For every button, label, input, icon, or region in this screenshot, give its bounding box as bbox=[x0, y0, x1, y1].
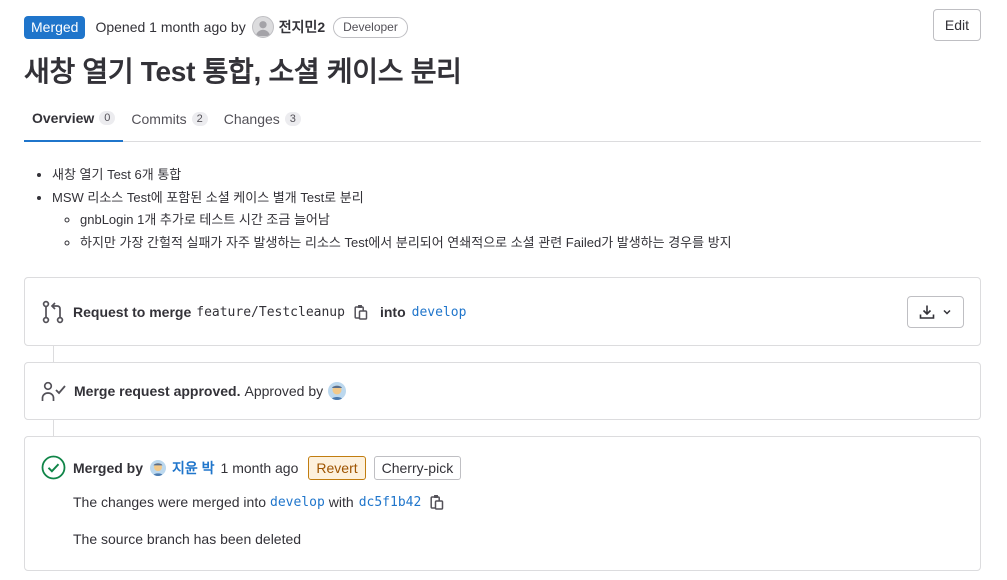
branch-deleted-text: The source branch has been deleted bbox=[73, 531, 302, 547]
merge-request-icon bbox=[41, 300, 65, 324]
cherry-pick-button[interactable]: Cherry-pick bbox=[373, 455, 462, 480]
avatar-image-icon bbox=[150, 459, 167, 476]
merge-request-widget: Request to merge feature/Testcleanup int… bbox=[24, 277, 981, 346]
timeline-connector bbox=[53, 346, 54, 362]
list-item-text: MSW 리소스 Test에 포함된 소셜 케이스 별개 Test로 분리 bbox=[52, 189, 364, 205]
tab-overview[interactable]: Overview 0 bbox=[24, 96, 124, 142]
target-branch-link[interactable]: develop bbox=[412, 305, 467, 320]
timeline-connector bbox=[53, 420, 54, 436]
mr-header: Merged Opened 1 month ago by 전지민2 Develo… bbox=[24, 9, 981, 41]
list-item: 새창 열기 Test 6개 통합 bbox=[52, 164, 732, 187]
sub-list: gnbLogin 1개 추가로 테스트 시간 조금 늘어남 하지만 가장 간헐적… bbox=[80, 209, 732, 254]
approver-avatar[interactable] bbox=[328, 382, 347, 400]
merged-widget: Merged by 지윤 박 1 month ago Revert Cherry… bbox=[24, 436, 981, 571]
sub-list-item: 하지만 가장 간헐적 실패가 자주 발생하는 리소스 Test에서 분리되어 연… bbox=[80, 232, 732, 255]
download-dropdown-button[interactable] bbox=[907, 296, 964, 328]
tab-commits[interactable]: Commits 2 bbox=[123, 96, 215, 142]
edit-button[interactable]: Edit bbox=[932, 9, 981, 41]
opened-text: Opened 1 month ago by bbox=[95, 19, 246, 35]
tab-label: Commits bbox=[131, 111, 187, 127]
merged-by-label: Merged by bbox=[73, 459, 144, 476]
approved-by-label: Approved by bbox=[244, 383, 324, 399]
with-label: with bbox=[328, 494, 354, 510]
merged-time: 1 month ago bbox=[220, 459, 299, 476]
tab-label: Overview bbox=[32, 110, 95, 126]
sub-list-item: gnbLogin 1개 추가로 테스트 시간 조금 늘어남 bbox=[80, 209, 732, 232]
download-icon bbox=[919, 305, 935, 319]
tab-label: Changes bbox=[223, 111, 280, 127]
role-badge: Developer bbox=[333, 16, 408, 38]
author-avatar[interactable] bbox=[251, 16, 274, 38]
revert-button[interactable]: Revert bbox=[308, 455, 366, 480]
copy-icon[interactable] bbox=[430, 494, 444, 510]
mr-tabs: Overview 0 Commits 2 Changes 3 bbox=[24, 96, 981, 142]
check-circle-icon bbox=[41, 455, 66, 480]
status-badge: Merged bbox=[24, 15, 86, 39]
user-placeholder-icon bbox=[255, 21, 270, 37]
changes-merged-text: The changes were merged into bbox=[73, 494, 266, 510]
list-item: MSW 리소스 Test에 포함된 소셜 케이스 별개 Test로 분리 gnb… bbox=[52, 187, 732, 255]
tab-count: 2 bbox=[191, 112, 208, 126]
copy-icon[interactable] bbox=[354, 304, 368, 320]
request-to-merge-label: Request to merge bbox=[73, 304, 192, 320]
chevron-down-icon bbox=[943, 309, 951, 315]
approval-icon bbox=[41, 380, 67, 402]
merger-name-link[interactable]: 지윤 박 bbox=[172, 458, 215, 478]
tab-changes[interactable]: Changes 3 bbox=[216, 96, 309, 142]
approved-label: Merge request approved. bbox=[74, 383, 241, 399]
commit-sha-link[interactable]: dc5f1b42 bbox=[359, 495, 422, 510]
source-branch: feature/Testcleanup bbox=[196, 304, 345, 320]
avatar-image-icon bbox=[328, 382, 347, 400]
tab-count: 0 bbox=[99, 111, 116, 125]
mr-description: 새창 열기 Test 6개 통합 MSW 리소스 Test에 포함된 소셜 케이… bbox=[52, 164, 732, 254]
tab-count: 3 bbox=[284, 112, 301, 126]
page-title: 새창 열기 Test 통합, 소셜 케이스 분리 bbox=[24, 56, 462, 87]
into-label: into bbox=[379, 304, 406, 320]
author-name[interactable]: 전지민2 bbox=[279, 17, 325, 37]
merger-avatar[interactable] bbox=[150, 459, 167, 476]
merged-target-branch-link[interactable]: develop bbox=[270, 495, 325, 510]
approval-widget: Merge request approved. Approved by bbox=[24, 362, 981, 420]
